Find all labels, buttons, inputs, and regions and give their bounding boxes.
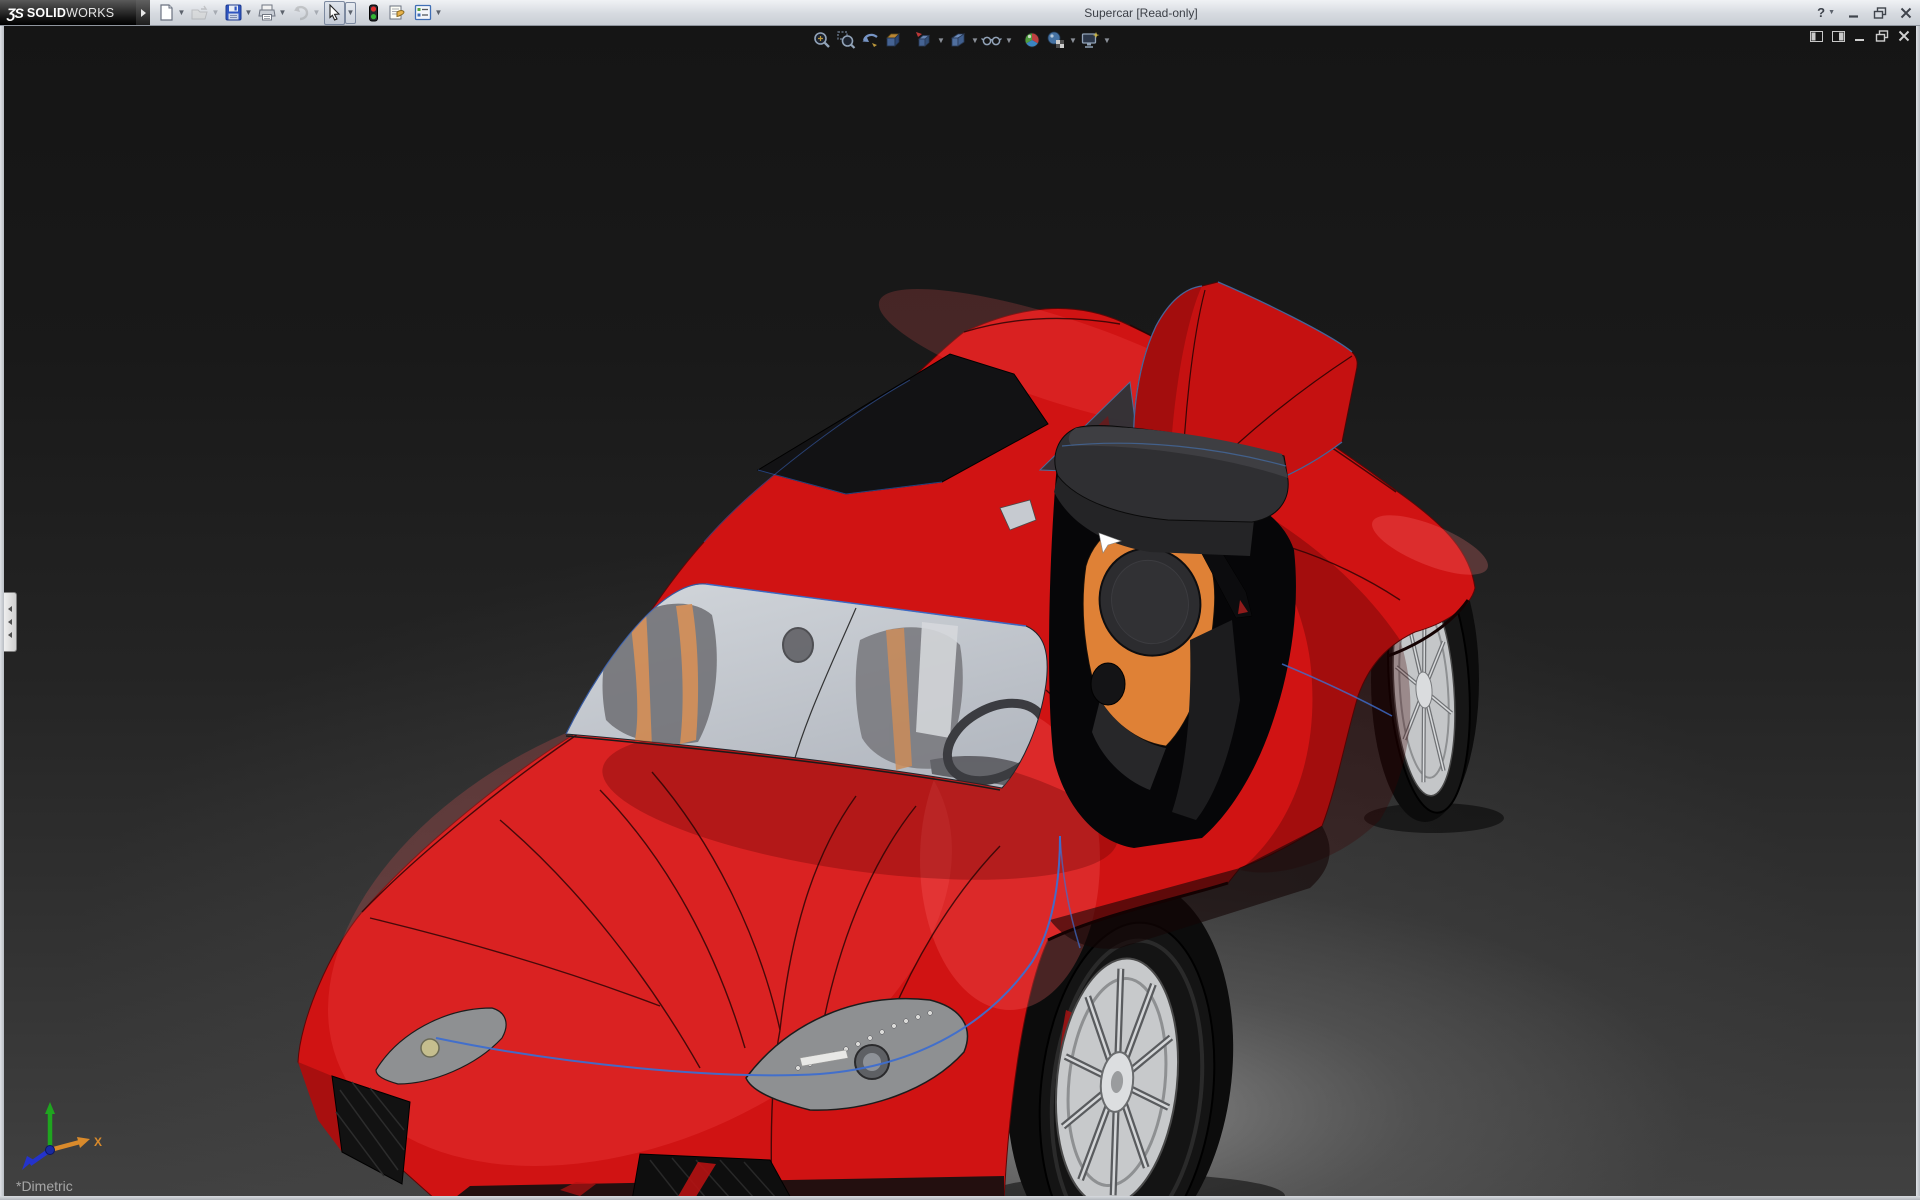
select-dropdown[interactable]: ▼ xyxy=(345,1,356,24)
save-icon xyxy=(225,4,242,21)
previous-view-icon xyxy=(862,33,878,47)
apply-scene-icon xyxy=(1047,31,1064,48)
doc-minimize-icon xyxy=(1855,39,1864,41)
view-orientation-dropdown[interactable]: ▼ xyxy=(936,29,946,51)
undo-icon xyxy=(294,5,309,20)
collapse-arrow-icon xyxy=(8,606,12,612)
undo-button[interactable] xyxy=(290,2,312,24)
window-frame-bottom xyxy=(0,1196,1920,1200)
zoom-to-fit-icon xyxy=(814,32,830,48)
options-button[interactable] xyxy=(412,2,434,24)
right-pane-icon xyxy=(1832,30,1845,42)
view-settings-icon xyxy=(1081,32,1100,48)
rebuild-button[interactable] xyxy=(366,2,381,24)
standard-toolbar: ▼ ▼ ▼ ▼ ▼ ▼ ▼ xyxy=(156,0,446,25)
collapse-arrow-icon xyxy=(8,619,12,625)
previous-view-button[interactable] xyxy=(858,29,882,51)
undo-dropdown[interactable]: ▼ xyxy=(312,2,321,24)
print-dropdown[interactable]: ▼ xyxy=(278,2,287,24)
edit-appearance-button[interactable] xyxy=(1020,29,1044,51)
file-properties-icon xyxy=(389,5,405,20)
doc-close-button[interactable] xyxy=(1898,30,1910,42)
doc-restore-icon xyxy=(1875,30,1889,42)
select-button[interactable] xyxy=(324,0,345,25)
select-cursor-icon xyxy=(329,4,341,21)
help-button[interactable]: ? ▼ xyxy=(1817,5,1835,20)
apply-scene-dropdown[interactable]: ▼ xyxy=(1068,29,1078,51)
zoom-to-area-icon xyxy=(837,31,856,49)
graphics-viewport[interactable]: ▼ ▼ ▼ ▼ ▼ X *Dimetric xyxy=(4,25,1916,1196)
section-view-button[interactable] xyxy=(882,29,906,51)
reference-triad: X xyxy=(22,1102,102,1170)
solidworks-logo: ƷS SOLIDWORKS xyxy=(0,0,136,25)
options-dropdown[interactable]: ▼ xyxy=(434,2,443,24)
doc-minimize-button[interactable] xyxy=(1854,30,1866,42)
open-dropdown[interactable]: ▼ xyxy=(211,2,220,24)
app-titlebar: ƷS SOLIDWORKS ▼ ▼ ▼ ▼ ▼ ▼ ▼ Supercar [Re… xyxy=(0,0,1920,26)
show-right-pane-button[interactable] xyxy=(1832,30,1845,42)
apply-scene-button[interactable] xyxy=(1044,29,1068,51)
brand-bold: SOLID xyxy=(26,5,67,20)
save-dropdown[interactable]: ▼ xyxy=(244,2,253,24)
doc-close-icon xyxy=(1898,30,1910,42)
triad-x-label: X xyxy=(94,1135,102,1149)
file-properties-button[interactable] xyxy=(386,2,408,24)
show-left-pane-button[interactable] xyxy=(1810,30,1823,42)
document-title: Supercar [Read-only] xyxy=(1084,5,1198,20)
rebuild-traffic-light-icon xyxy=(369,4,378,21)
solidworks-logo-mark: ƷS xyxy=(7,4,24,21)
section-view-icon xyxy=(886,33,900,47)
print-icon xyxy=(258,4,276,21)
open-icon xyxy=(191,5,208,19)
view-orientation-button[interactable] xyxy=(912,29,936,51)
edit-appearance-icon xyxy=(1024,32,1040,48)
collapse-arrow-icon xyxy=(8,632,12,638)
open-button[interactable] xyxy=(189,2,211,24)
doc-restore-button[interactable] xyxy=(1875,30,1889,42)
new-document-icon xyxy=(160,4,173,21)
view-orientation-label: *Dimetric xyxy=(16,1178,73,1194)
supercar-model[interactable] xyxy=(4,25,1916,1196)
document-window-controls xyxy=(1810,30,1910,42)
zoom-to-fit-button[interactable] xyxy=(810,29,834,51)
window-frame-left xyxy=(0,25,4,1200)
print-button[interactable] xyxy=(256,2,278,24)
left-pane-icon xyxy=(1810,30,1823,42)
new-dropdown[interactable]: ▼ xyxy=(177,2,186,24)
display-style-dropdown[interactable]: ▼ xyxy=(970,29,980,51)
save-button[interactable] xyxy=(223,2,244,24)
hide-show-items-dropdown[interactable]: ▼ xyxy=(1004,29,1014,51)
brand-light: WORKS xyxy=(66,5,115,20)
collapsed-feature-panel-tab[interactable] xyxy=(4,592,17,652)
app-close-button[interactable] xyxy=(1900,7,1912,19)
flyout-arrow-icon xyxy=(140,8,146,17)
app-window-controls: ? ▼ xyxy=(1817,0,1912,25)
options-icon xyxy=(414,4,432,21)
close-icon xyxy=(1900,7,1912,18)
display-style-icon xyxy=(950,33,966,47)
heads-up-view-toolbar: ▼ ▼ ▼ ▼ ▼ xyxy=(810,29,1112,51)
view-settings-button[interactable] xyxy=(1078,29,1102,51)
hide-show-items-icon xyxy=(981,36,1002,46)
new-document-button[interactable] xyxy=(156,2,177,24)
app-restore-button[interactable] xyxy=(1873,6,1887,19)
view-orientation-icon xyxy=(916,32,931,47)
menu-flyout-button[interactable] xyxy=(136,0,150,25)
minimize-icon xyxy=(1849,14,1858,18)
restore-icon xyxy=(1873,6,1887,19)
zoom-to-area-button[interactable] xyxy=(834,29,858,51)
window-frame-right xyxy=(1916,25,1920,1200)
view-settings-dropdown[interactable]: ▼ xyxy=(1102,29,1112,51)
hide-show-items-button[interactable] xyxy=(980,29,1004,51)
app-minimize-button[interactable] xyxy=(1848,7,1860,19)
display-style-button[interactable] xyxy=(946,29,970,51)
